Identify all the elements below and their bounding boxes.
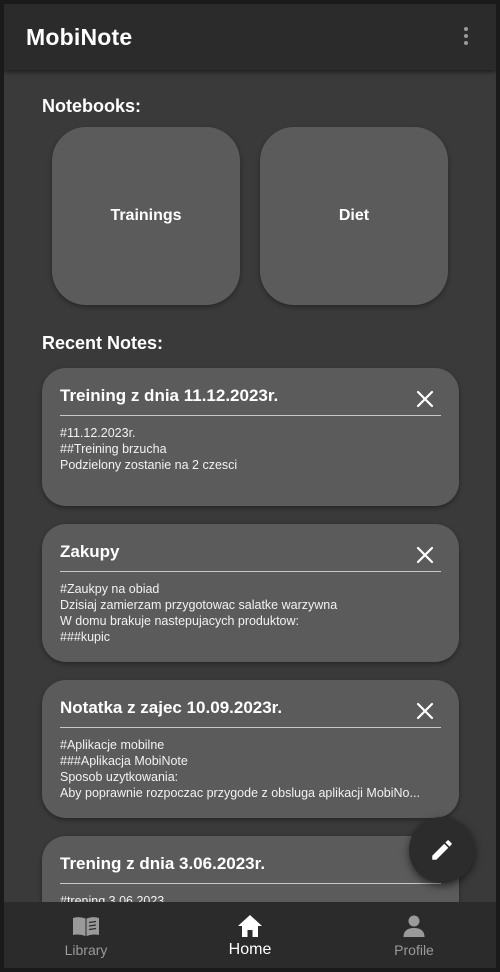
note-body: #trening 3.06.2023 (60, 893, 440, 902)
note-divider (60, 883, 441, 884)
note-title: Notatka z zajec 10.09.2023r. (60, 698, 283, 717)
note-line: ###kupic (60, 630, 111, 644)
note-line: Podzielony zostanie na 2 czesci (60, 458, 238, 472)
new-note-button[interactable] (409, 817, 475, 883)
nav-item-profile[interactable]: Profile (332, 902, 496, 968)
more-vert-icon[interactable] (454, 24, 478, 48)
note-line: #11.12.2023r. (60, 426, 136, 440)
close-icon[interactable] (414, 700, 436, 722)
notebooks-heading: Notebooks: (42, 96, 141, 116)
nav-label: Home (228, 941, 272, 958)
note-line: W domu brakuje nastepujacych produktow: (60, 614, 300, 628)
notebook-label: Diet (338, 207, 370, 224)
recent-notes-heading: Recent Notes: (42, 333, 164, 353)
home-icon (238, 915, 262, 937)
person-icon (403, 915, 425, 937)
notebook-card-trainings[interactable]: Trainings (52, 127, 240, 305)
close-icon[interactable] (414, 388, 436, 410)
bottom-navigation: Library Home Profile (4, 902, 496, 968)
nav-label: Profile (394, 942, 434, 958)
note-line: Dzisiaj zamierzam przygotowac salatke wa… (60, 598, 338, 612)
note-line: ###Aplikacja MobiNote (60, 754, 188, 768)
book-icon (73, 917, 99, 936)
notebook-label: Trainings (110, 207, 182, 224)
note-line: Sposob uzytkowania: (60, 770, 179, 784)
note-body: #Aplikacje mobilne ###Aplikacja MobiNote… (60, 737, 440, 801)
app-bar: MobiNote (4, 4, 496, 70)
nav-item-home[interactable]: Home (168, 902, 332, 968)
note-card[interactable]: Treining z dnia 11.12.2023r. #11.12.2023… (42, 368, 459, 506)
nav-item-library[interactable]: Library (4, 902, 168, 968)
note-divider (60, 415, 441, 416)
note-line: Aby poprawnie rozpoczac przygode z obslu… (60, 786, 420, 800)
note-line: #Aplikacje mobilne (60, 738, 165, 752)
note-body: #Zaukpy na obiad Dzisiaj zamierzam przyg… (60, 581, 440, 645)
note-title: Zakupy (60, 542, 120, 561)
note-title: Trening z dnia 3.06.2023r. (60, 854, 266, 873)
note-divider (60, 727, 441, 728)
app-title: MobiNote (26, 24, 133, 50)
edit-pencil-icon (432, 840, 452, 860)
note-line: ##Treining brzucha (60, 442, 167, 456)
note-card[interactable]: Notatka z zajec 10.09.2023r. #Aplikacje … (42, 680, 459, 818)
note-card[interactable]: Trening z dnia 3.06.2023r. #trening 3.06… (42, 836, 459, 902)
notebook-card-diet[interactable]: Diet (260, 127, 448, 305)
home-content[interactable]: Notebooks: Trainings Diet Recent Notes: … (4, 70, 496, 902)
note-body: #11.12.2023r. ##Treining brzucha Podziel… (60, 425, 440, 473)
note-divider (60, 571, 441, 572)
note-line: #Zaukpy na obiad (60, 582, 160, 596)
app-frame: MobiNote Notebooks: Trainings Diet Recen… (4, 4, 496, 968)
note-line: #trening 3.06.2023 (60, 894, 165, 902)
close-icon[interactable] (414, 544, 436, 566)
nav-label: Library (64, 942, 108, 958)
note-card[interactable]: Zakupy #Zaukpy na obiad Dzisiaj zamierza… (42, 524, 459, 662)
note-title: Treining z dnia 11.12.2023r. (60, 386, 279, 405)
